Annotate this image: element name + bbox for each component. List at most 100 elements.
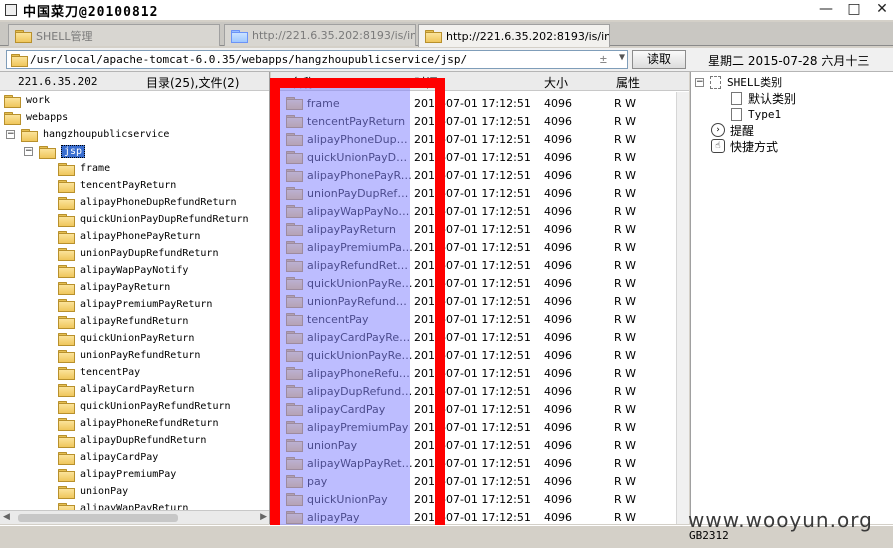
chevron-down-icon[interactable]: ▼ bbox=[619, 52, 625, 63]
cell-size: 4096 bbox=[544, 402, 572, 416]
cell-attr: R W bbox=[614, 510, 637, 524]
tab-label: http://221.6.35.202:8193/is/ind... bbox=[446, 29, 609, 43]
address-bar: /usr/local/apache-tomcat-6.0.35/webapps/… bbox=[0, 48, 893, 72]
folder-icon bbox=[58, 298, 75, 312]
folder-icon bbox=[58, 281, 75, 295]
tree-item[interactable]: alipayPremiumPay bbox=[58, 466, 176, 483]
tree-item[interactable]: alipayCardPayReturn bbox=[58, 381, 194, 398]
directory-tree-pane: 221.6.35.202 目录(25),文件(2) work webapps − ha… bbox=[0, 72, 270, 524]
folder-icon bbox=[58, 468, 75, 482]
type1-node[interactable]: Type1 bbox=[731, 106, 781, 122]
tree-item[interactable]: tencentPayReturn bbox=[58, 177, 176, 194]
clock-icon: › bbox=[711, 123, 725, 137]
collapse-icon[interactable]: − bbox=[695, 77, 704, 87]
cell-size: 4096 bbox=[544, 510, 572, 524]
tree-item[interactable]: − hangzhoupublicservice bbox=[6, 126, 169, 143]
tree-item[interactable]: alipayPremiumPayReturn bbox=[58, 296, 212, 313]
cell-size: 4096 bbox=[544, 474, 572, 488]
document-icon bbox=[731, 107, 742, 121]
folder-icon bbox=[58, 230, 75, 244]
folder-icon bbox=[58, 434, 75, 448]
tree-item[interactable]: alipayPhoneRefundReturn bbox=[58, 415, 218, 432]
tree-item-label: alipayPhonePayReturn bbox=[80, 231, 201, 242]
cell-size: 4096 bbox=[544, 384, 572, 398]
cell-size: 4096 bbox=[544, 348, 572, 362]
tree-item-label: tencentPayReturn bbox=[80, 180, 177, 191]
close-button[interactable]: ✕ bbox=[875, 2, 889, 17]
tree-item-label: quickUnionPayReturn bbox=[80, 333, 195, 344]
annotation-box bbox=[270, 78, 445, 540]
plus-minus-icon[interactable]: ± bbox=[600, 52, 607, 66]
tree-item[interactable]: alipayDupRefundReturn bbox=[58, 432, 206, 449]
tree-item-label: alipayPremiumPay bbox=[80, 469, 177, 480]
cell-attr: R W bbox=[614, 492, 637, 506]
collapse-icon[interactable]: − bbox=[24, 147, 33, 156]
tree-item[interactable]: alipayCardPay bbox=[58, 449, 158, 466]
cell-size: 4096 bbox=[544, 420, 572, 434]
tree-item[interactable]: webapps bbox=[4, 109, 68, 126]
cell-attr: R W bbox=[614, 456, 637, 470]
cell-size: 4096 bbox=[544, 330, 572, 344]
folder-icon bbox=[58, 383, 75, 397]
tree-item[interactable]: work bbox=[4, 92, 50, 109]
tree-item[interactable]: − jsp bbox=[24, 143, 86, 160]
tree-item[interactable]: unionPay bbox=[58, 483, 128, 500]
app-icon bbox=[5, 4, 17, 16]
tree-item[interactable]: unionPayRefundReturn bbox=[58, 347, 200, 364]
tree-item-label: work bbox=[26, 95, 51, 106]
tree-item[interactable]: tencentPay bbox=[58, 364, 140, 381]
cell-attr: R W bbox=[614, 294, 637, 308]
cell-size: 4096 bbox=[544, 222, 572, 236]
scroll-right-icon[interactable]: ▶ bbox=[260, 512, 267, 522]
read-button[interactable]: 读取 bbox=[632, 50, 686, 69]
tree-item[interactable]: alipayWapPayNotify bbox=[58, 262, 188, 279]
page-icon bbox=[231, 29, 248, 43]
cell-size: 4096 bbox=[544, 150, 572, 164]
tab-url-1[interactable]: http://221.6.35.202:8193/is/ind... bbox=[224, 24, 416, 46]
tree-item[interactable]: quickUnionPayRefundReturn bbox=[58, 398, 231, 415]
column-size[interactable]: 大小 bbox=[544, 74, 568, 91]
tab-url-2[interactable]: http://221.6.35.202:8193/is/ind... bbox=[418, 24, 610, 47]
window-title: 中国菜刀@20100812 bbox=[23, 4, 159, 20]
cell-size: 4096 bbox=[544, 456, 572, 470]
collapse-icon[interactable]: − bbox=[6, 130, 15, 139]
folder-icon bbox=[21, 128, 38, 142]
tab-label: SHELL管理 bbox=[36, 29, 93, 43]
cell-attr: R W bbox=[614, 150, 637, 164]
tree-item[interactable]: alipayPhonePayReturn bbox=[58, 228, 200, 245]
tree-item[interactable]: quickUnionPayDupRefundReturn bbox=[58, 211, 249, 228]
default-category-label: 默认类别 bbox=[748, 91, 797, 106]
reminder-node[interactable]: › 提醒 bbox=[711, 122, 754, 138]
scroll-thumb[interactable] bbox=[18, 514, 178, 522]
tree-item[interactable]: alipayPhoneDupRefundReturn bbox=[58, 194, 237, 211]
folder-icon bbox=[58, 417, 75, 431]
tab-shell-manage[interactable]: SHELL管理 bbox=[8, 24, 220, 46]
shortcut-node[interactable]: ☝ 快捷方式 bbox=[711, 138, 778, 154]
folder-icon bbox=[425, 30, 442, 43]
minimize-button[interactable]: — bbox=[819, 2, 833, 17]
scroll-left-icon[interactable]: ◀ bbox=[3, 512, 10, 522]
tree-item[interactable]: unionPayDupRefundReturn bbox=[58, 245, 218, 262]
hand-icon: ☝ bbox=[711, 139, 725, 153]
cell-attr: R W bbox=[614, 204, 637, 218]
tree-item-label: hangzhoupublicservice bbox=[43, 129, 170, 140]
column-attr[interactable]: 属性 bbox=[616, 74, 640, 91]
cell-attr: R W bbox=[614, 186, 637, 200]
tree-item-label: tencentPay bbox=[80, 367, 141, 378]
tree-item-label: unionPayRefundReturn bbox=[80, 350, 201, 361]
tree-header: 221.6.35.202 目录(25),文件(2) bbox=[0, 72, 269, 91]
host-ip: 221.6.35.202 bbox=[18, 75, 98, 88]
tree-item[interactable]: alipayRefundReturn bbox=[58, 313, 188, 330]
tree-item[interactable]: quickUnionPayReturn bbox=[58, 330, 194, 347]
horizontal-scrollbar[interactable]: ◀ ▶ bbox=[0, 510, 269, 524]
tree-item[interactable]: alipayPayReturn bbox=[58, 279, 170, 296]
restore-button[interactable]: □ bbox=[847, 2, 861, 17]
tree-item-label: alipayPayReturn bbox=[80, 282, 171, 293]
cell-attr: R W bbox=[614, 132, 637, 146]
default-category-node[interactable]: 默认类别 bbox=[731, 90, 796, 106]
vertical-scrollbar[interactable] bbox=[676, 92, 689, 524]
tree-item[interactable]: frame bbox=[58, 160, 110, 177]
path-input[interactable]: /usr/local/apache-tomcat-6.0.35/webapps/… bbox=[6, 50, 628, 69]
tree-item-label: alipayCardPayReturn bbox=[80, 384, 195, 395]
shell-category-node[interactable]: − SHELL类别 bbox=[695, 74, 782, 90]
